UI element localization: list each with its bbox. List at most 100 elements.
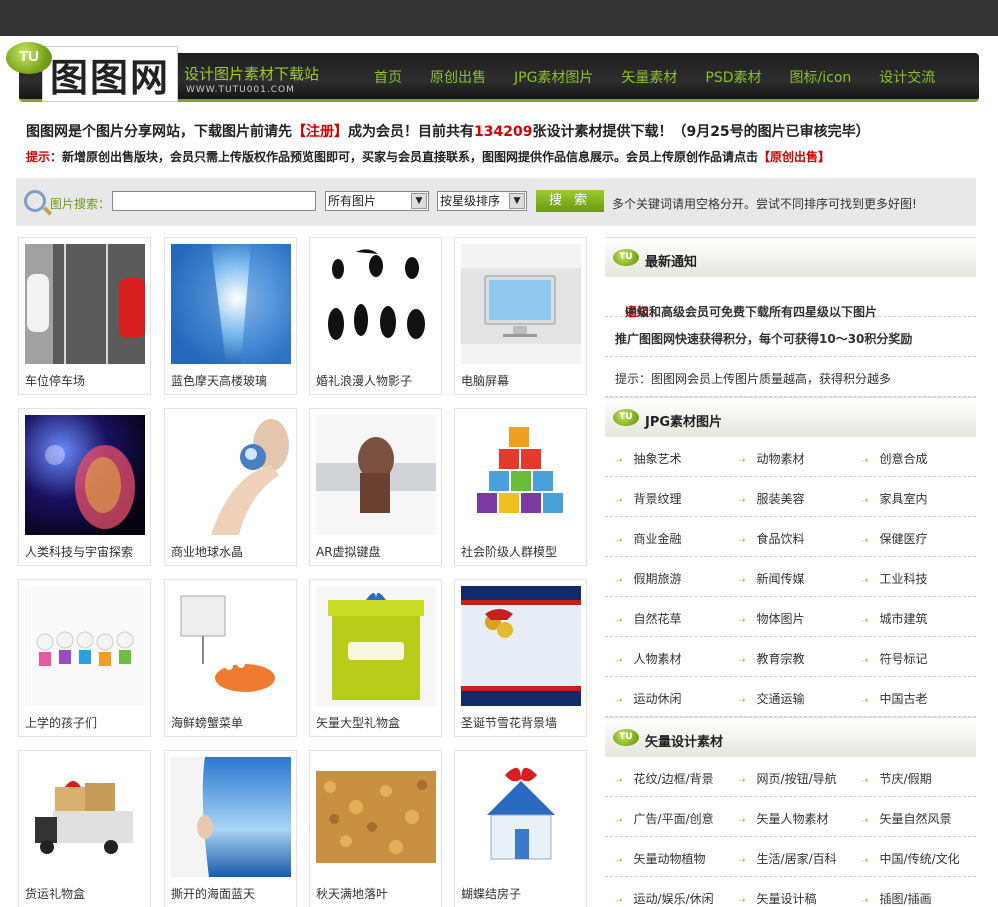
category-link[interactable]: 广告/平面/创意: [615, 810, 714, 827]
category-link[interactable]: 动物素材: [738, 450, 805, 467]
category-link[interactable]: 人物素材: [615, 650, 682, 667]
category-link[interactable]: 网页/按钮/导航: [738, 770, 837, 787]
nav-original-sale[interactable]: 原创出售: [416, 67, 500, 87]
image-card[interactable]: 上学的孩子们: [18, 579, 151, 737]
category-link[interactable]: 背景纹理: [615, 490, 682, 507]
image-caption[interactable]: 人类科技与宇宙探索: [25, 543, 133, 560]
torn-sky-thumbnail[interactable]: [171, 757, 291, 877]
image-card[interactable]: 商业地球水晶: [164, 408, 297, 566]
nav-vector[interactable]: 矢量素材: [607, 67, 691, 87]
parking-thumbnail[interactable]: [25, 244, 145, 364]
image-card[interactable]: 电脑屏幕: [454, 237, 587, 395]
image-card[interactable]: 社会阶级人群模型: [454, 408, 587, 566]
category-link[interactable]: 工业科技: [861, 570, 928, 587]
notice-item[interactable]: 通知： 中级和高级会员可免费下载所有四星级以下图片: [605, 277, 976, 319]
image-card[interactable]: 婚礼浪漫人物影子: [309, 237, 442, 395]
category-link[interactable]: 花纹/边框/背景: [615, 770, 714, 787]
notice-text[interactable]: 推广图图网快速获得积分，每个可获得10～30积分奖励: [615, 330, 912, 347]
image-card[interactable]: 撕开的海面蓝天: [164, 750, 297, 907]
site-logo[interactable]: 图图网: [42, 46, 178, 102]
cosmic-head-thumbnail[interactable]: [25, 415, 145, 535]
image-caption[interactable]: 货运礼物盒: [25, 885, 85, 902]
image-card[interactable]: 圣诞节雪花背景墙: [454, 579, 587, 737]
search-input[interactable]: [112, 191, 316, 211]
nav-forum[interactable]: 设计交流: [865, 67, 949, 87]
nav-jpg[interactable]: JPG素材图片: [500, 67, 607, 87]
notice-item[interactable]: 推广图图网快速获得积分，每个可获得10～30积分奖励: [605, 317, 976, 357]
sort-select[interactable]: 按星级排序 ▼: [437, 191, 527, 211]
category-link[interactable]: 符号标记: [861, 650, 928, 667]
image-caption[interactable]: 电脑屏幕: [461, 372, 509, 389]
category-link[interactable]: 交通运输: [738, 690, 805, 707]
category-link[interactable]: 商业金融: [615, 530, 682, 547]
image-caption[interactable]: 撕开的海面蓝天: [171, 885, 255, 902]
globe-hand-thumbnail[interactable]: [171, 415, 291, 535]
category-link[interactable]: 家具室内: [861, 490, 928, 507]
category-link[interactable]: 运动休闲: [615, 690, 682, 707]
virtual-keyboard-thumbnail[interactable]: [316, 415, 436, 535]
category-link[interactable]: 服装美容: [738, 490, 805, 507]
category-link[interactable]: 矢量动物植物: [615, 850, 706, 867]
category-link[interactable]: 运动/娱乐/休闲: [615, 890, 714, 907]
category-link[interactable]: 节庆/假期: [861, 770, 932, 787]
notice-text[interactable]: 提示：图图网会员上传图片质量越高，获得积分越多: [615, 370, 891, 387]
image-caption[interactable]: 婚礼浪漫人物影子: [316, 372, 412, 389]
notice-item[interactable]: 提示：图图网会员上传图片质量越高，获得积分越多: [605, 357, 976, 397]
image-caption[interactable]: 商业地球水晶: [171, 543, 243, 560]
category-link[interactable]: 矢量人物素材: [738, 810, 829, 827]
category-link[interactable]: 物体图片: [738, 610, 805, 627]
wedding-silhouettes-thumbnail[interactable]: [316, 244, 436, 364]
category-link[interactable]: 抽象艺术: [615, 450, 682, 467]
image-caption[interactable]: 蓝色摩天高楼玻璃: [171, 372, 267, 389]
register-link[interactable]: 【注册】: [292, 124, 348, 140]
category-link[interactable]: 保健医疗: [861, 530, 928, 547]
image-card[interactable]: 货运礼物盒: [18, 750, 151, 907]
category-link[interactable]: 矢量自然风景: [861, 810, 952, 827]
nav-icon[interactable]: 图标/icon: [776, 67, 866, 87]
image-caption[interactable]: 圣诞节雪花背景墙: [461, 714, 557, 731]
image-caption[interactable]: 海鲜螃蟹菜单: [171, 714, 243, 731]
category-link[interactable]: 新闻传媒: [738, 570, 805, 587]
category-link[interactable]: 中国/传统/文化: [861, 850, 960, 867]
category-link[interactable]: 创意合成: [861, 450, 928, 467]
category-link[interactable]: 矢量设计稿: [738, 890, 817, 907]
crab-menu-thumbnail[interactable]: [171, 586, 291, 706]
category-link[interactable]: 中国古老: [861, 690, 928, 707]
category-link[interactable]: 食品饮料: [738, 530, 805, 547]
image-card[interactable]: 海鲜螃蟹菜单: [164, 579, 297, 737]
image-caption[interactable]: 秋天满地落叶: [316, 885, 388, 902]
monitor-thumbnail[interactable]: [461, 244, 581, 364]
scope-select[interactable]: 所有图片 ▼: [325, 191, 429, 211]
image-caption[interactable]: 社会阶级人群模型: [461, 543, 557, 560]
nav-psd[interactable]: PSD素材: [691, 67, 775, 87]
image-card[interactable]: 车位停车场: [18, 237, 151, 395]
skyscraper-thumbnail[interactable]: [171, 244, 291, 364]
image-caption[interactable]: 车位停车场: [25, 372, 85, 389]
school-kids-thumbnail[interactable]: [25, 586, 145, 706]
original-sale-link[interactable]: 【原创出售】: [758, 150, 830, 164]
image-caption[interactable]: 上学的孩子们: [25, 714, 97, 731]
image-caption[interactable]: AR虚拟键盘: [316, 543, 381, 560]
image-card[interactable]: 蝴蝶结房子: [454, 750, 587, 907]
category-link[interactable]: 教育宗教: [738, 650, 805, 667]
christmas-bells-thumbnail[interactable]: [461, 586, 581, 706]
image-card[interactable]: AR虚拟键盘: [309, 408, 442, 566]
category-link[interactable]: 自然花草: [615, 610, 682, 627]
image-card[interactable]: 矢量大型礼物盒: [309, 579, 442, 737]
autumn-leaves-thumbnail[interactable]: [316, 757, 436, 877]
jpg-section-title[interactable]: JPG素材图片: [645, 411, 722, 430]
category-link[interactable]: 生活/居家/百科: [738, 850, 837, 867]
category-link[interactable]: 城市建筑: [861, 610, 928, 627]
image-card[interactable]: 人类科技与宇宙探索: [18, 408, 151, 566]
image-card[interactable]: 蓝色摩天高楼玻璃: [164, 237, 297, 395]
bow-house-thumbnail[interactable]: [461, 757, 581, 877]
image-caption[interactable]: 蝴蝶结房子: [461, 885, 521, 902]
delivery-truck-thumbnail[interactable]: [25, 757, 145, 877]
vector-section-title[interactable]: 矢量设计素材: [645, 731, 723, 750]
image-caption[interactable]: 矢量大型礼物盒: [316, 714, 400, 731]
pyramid-blocks-thumbnail[interactable]: [461, 415, 581, 535]
nav-home[interactable]: 首页: [360, 67, 416, 87]
search-button[interactable]: 搜 索: [536, 190, 604, 212]
gift-box-thumbnail[interactable]: [316, 586, 436, 706]
category-link[interactable]: 假期旅游: [615, 570, 682, 587]
